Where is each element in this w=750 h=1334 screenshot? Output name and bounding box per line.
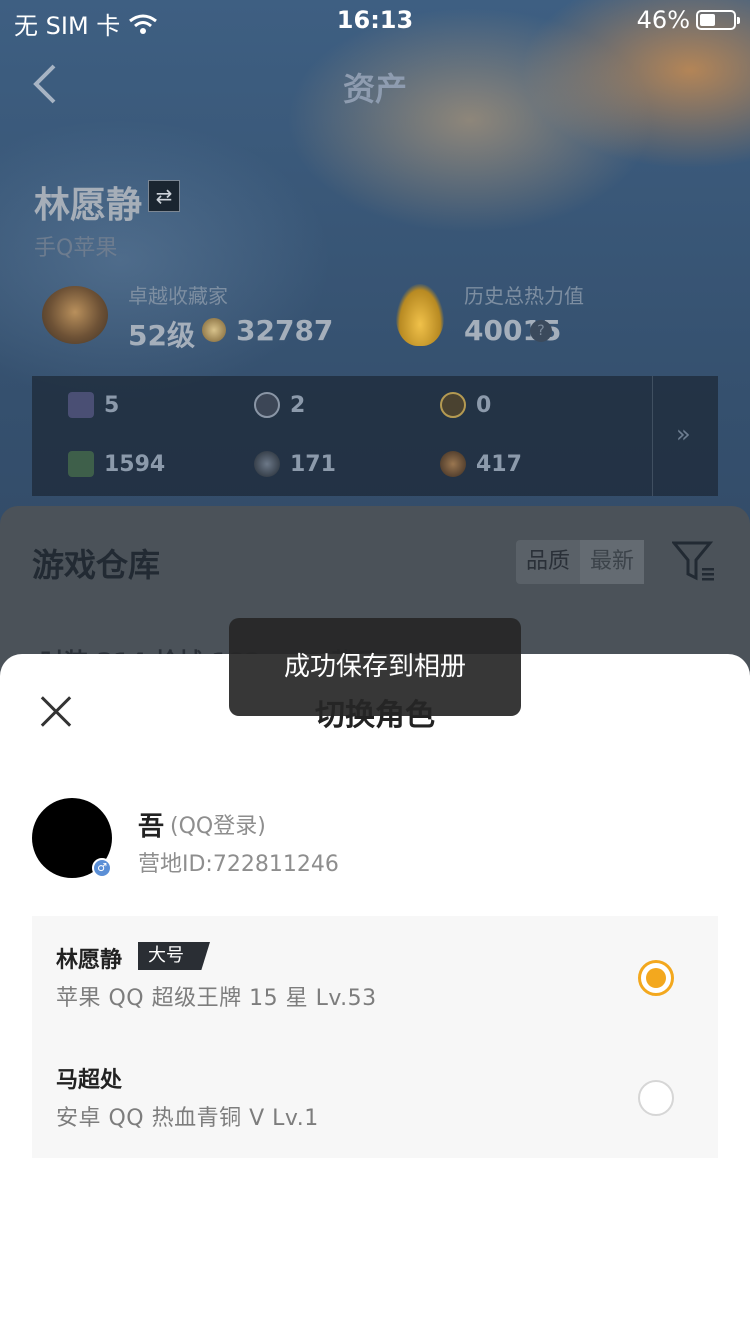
role-radio-selected[interactable] — [638, 960, 674, 996]
camp-id: 营地ID:722811246 — [138, 852, 339, 877]
role-name[interactable]: 马超处 — [56, 1062, 122, 1094]
assets-divider — [652, 376, 653, 496]
role-radio[interactable] — [638, 1080, 674, 1116]
shard-icon — [440, 451, 466, 477]
a-token-icon — [440, 392, 466, 418]
user-name: 吾 — [138, 812, 165, 842]
asset-item[interactable]: 5 — [68, 392, 119, 418]
assets-panel — [32, 376, 718, 496]
player-name: 林愿静 — [34, 185, 143, 226]
collector-level: 52级 — [128, 319, 195, 352]
switch-role-icon[interactable]: ⇄ — [148, 180, 180, 212]
asset-item[interactable]: 0 — [440, 392, 491, 418]
asset-item[interactable]: 1594 — [68, 451, 165, 477]
heat-flame-icon — [396, 284, 444, 346]
status-bar: 无 SIM 卡 16:13 46% — [0, 0, 750, 40]
warehouse-title: 游戏仓库 — [32, 546, 161, 584]
role-meta: 苹果 QQ 超级王牌 15 星 Lv.53 — [56, 986, 377, 1011]
asset-item[interactable]: 417 — [440, 451, 522, 477]
filter-icon[interactable] — [672, 540, 716, 582]
ticket-icon — [68, 451, 94, 477]
battery-icon — [696, 10, 740, 30]
sort-newest-button[interactable]: 最新 — [580, 540, 645, 584]
gem-icon — [254, 451, 280, 477]
collector-label: 卓越收藏家 — [128, 284, 228, 308]
battery-percent: 46% — [636, 6, 690, 34]
heat-help-icon[interactable]: ? — [530, 320, 552, 342]
male-gender-icon: ♂ — [92, 858, 112, 878]
sort-quality-button[interactable]: 品质 — [516, 540, 580, 584]
toast-message: 成功保存到相册 — [229, 618, 521, 716]
sort-toggle: 品质 最新 — [516, 540, 645, 584]
login-type: (QQ登录) — [170, 814, 266, 839]
main-account-badge: 大号 — [138, 942, 210, 970]
collector-medal-icon — [42, 286, 108, 344]
heat-label: 历史总热力值 — [464, 284, 584, 308]
card-icon — [68, 392, 94, 418]
role-meta: 安卓 QQ 热血青铜 V Lv.1 — [56, 1106, 319, 1131]
page-title: 资产 — [342, 70, 407, 108]
platform-label: 手Q苹果 — [34, 236, 118, 261]
assets-more-button[interactable]: » — [676, 420, 691, 448]
coin-count: 32787 — [236, 314, 334, 347]
coin-icon — [202, 318, 226, 342]
s-token-icon — [254, 392, 280, 418]
nav-bar: 资产 — [0, 50, 750, 120]
asset-item[interactable]: 2 — [254, 392, 305, 418]
asset-item[interactable]: 171 — [254, 451, 336, 477]
role-name[interactable]: 林愿静 — [56, 942, 122, 974]
